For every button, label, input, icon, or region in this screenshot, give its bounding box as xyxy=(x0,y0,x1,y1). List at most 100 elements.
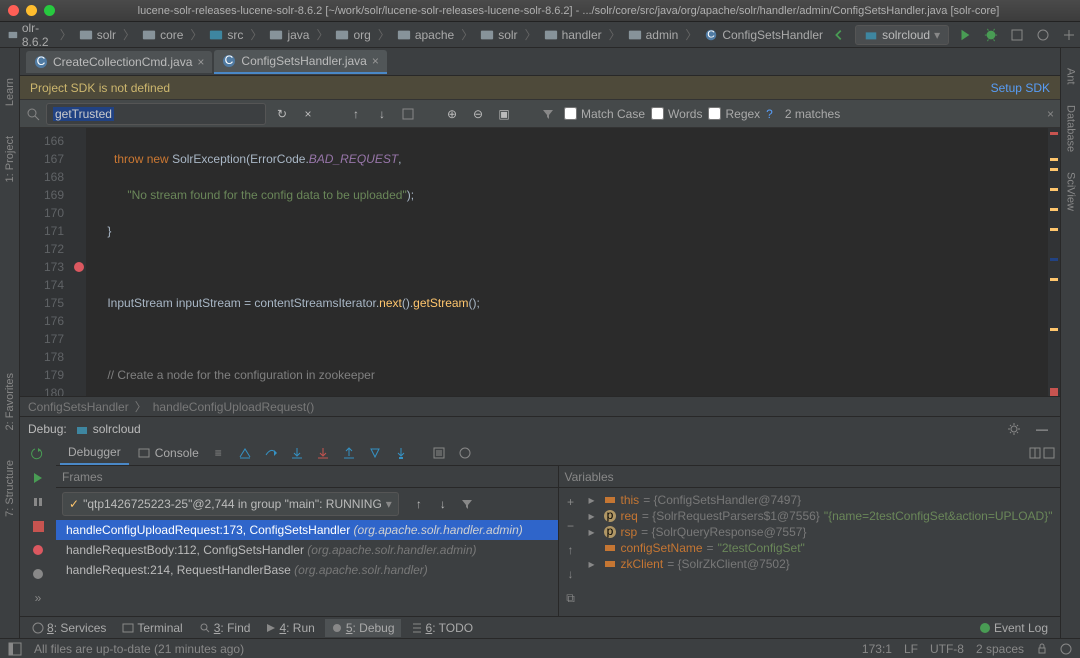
trace-icon[interactable] xyxy=(454,442,476,464)
close-tab-icon[interactable]: × xyxy=(372,54,379,68)
window-controls[interactable] xyxy=(8,5,55,16)
error-stripe[interactable] xyxy=(1048,128,1060,396)
find-input[interactable]: getTrusted xyxy=(46,103,266,125)
tool-tab-structure[interactable]: 7: Structure xyxy=(4,460,16,517)
gear-icon[interactable] xyxy=(1004,419,1024,439)
read-only-icon[interactable] xyxy=(1036,643,1048,655)
caret-pos[interactable]: 173:1 xyxy=(862,642,892,656)
stack-frame[interactable]: handleRequest:214, RequestHandlerBase (o… xyxy=(56,560,558,580)
force-step-into-icon[interactable] xyxy=(312,442,334,464)
dup-watch-icon[interactable]: ⧉ xyxy=(561,588,581,608)
find-tab[interactable]: 3: Find xyxy=(193,619,257,637)
stop-icon[interactable] xyxy=(27,515,49,537)
run-to-cursor-icon[interactable] xyxy=(390,442,412,464)
evaluate-icon[interactable] xyxy=(428,442,450,464)
variable-row[interactable]: ▸prsp = {SolrQueryResponse@7557} xyxy=(585,524,1059,540)
breadcrumb[interactable]: admin xyxy=(624,26,683,44)
close-findbar-icon[interactable]: × xyxy=(1047,107,1054,121)
todo-tab[interactable]: 6: TODO xyxy=(405,619,480,637)
breadcrumb[interactable]: solr xyxy=(75,26,120,44)
coverage-icon[interactable] xyxy=(1007,25,1027,45)
step-out-icon[interactable] xyxy=(338,442,360,464)
breadcrumb[interactable]: solr xyxy=(476,26,521,44)
tool-tab-ant[interactable]: Ant xyxy=(1065,68,1077,85)
drop-frame-icon[interactable] xyxy=(364,442,386,464)
tool-tab-learn[interactable]: Learn xyxy=(4,78,16,106)
breadcrumb[interactable]: core xyxy=(138,26,187,44)
new-watch-icon[interactable]: + xyxy=(561,492,581,512)
debugger-tab[interactable]: Debugger xyxy=(60,441,129,465)
attach-icon[interactable] xyxy=(1059,25,1079,45)
debug-icon[interactable] xyxy=(981,25,1001,45)
words-checkbox[interactable]: Words xyxy=(651,107,702,121)
step-over-icon[interactable] xyxy=(260,442,282,464)
breadcrumb[interactable]: olr-8.6.2 xyxy=(4,19,57,51)
history-icon[interactable]: ↻ xyxy=(272,104,292,124)
close-icon[interactable] xyxy=(8,5,19,16)
editor-tab[interactable]: C CreateCollectionCmd.java × xyxy=(26,51,212,73)
prev-frame-icon[interactable]: ↑ xyxy=(409,494,429,514)
breadcrumb[interactable]: handler xyxy=(540,26,606,44)
minimize-icon[interactable]: — xyxy=(1032,419,1052,439)
step-into-icon[interactable] xyxy=(286,442,308,464)
variable-row[interactable]: ▸this = {ConfigSetsHandler@7497} xyxy=(585,492,1059,508)
run-icon[interactable] xyxy=(955,25,975,45)
crumb-class[interactable]: ConfigSetsHandler xyxy=(28,400,129,414)
close-tab-icon[interactable]: × xyxy=(197,55,204,69)
code-area[interactable]: throw new SolrException(ErrorCode.BAD_RE… xyxy=(86,128,1048,396)
variable-list[interactable]: ▸this = {ConfigSetsHandler@7497} ▸preq =… xyxy=(583,488,1061,632)
run-config-dropdown[interactable]: solrcloud ▾ xyxy=(855,25,949,45)
memory-icon[interactable] xyxy=(1060,643,1072,655)
help-icon[interactable]: ? xyxy=(766,107,773,121)
variable-row[interactable]: ▸preq = {SolrRequestParsers$1@7556} "{na… xyxy=(585,508,1059,524)
event-log-tab[interactable]: Event Log xyxy=(973,619,1054,637)
remove-selection-icon[interactable]: ⊖ xyxy=(468,104,488,124)
next-match-icon[interactable]: ↓ xyxy=(372,104,392,124)
resume-icon[interactable] xyxy=(27,467,49,489)
layout-icon[interactable] xyxy=(1028,446,1042,460)
prev-match-icon[interactable]: ↑ xyxy=(346,104,366,124)
debug-tab[interactable]: 5: Debug xyxy=(325,619,401,637)
terminal-tab[interactable]: Terminal xyxy=(116,619,188,637)
tool-tab-favorites[interactable]: 2: Favorites xyxy=(4,373,16,430)
rerun-icon[interactable] xyxy=(27,443,49,465)
editor-tab[interactable]: C ConfigSetsHandler.java × xyxy=(214,50,386,74)
console-tab[interactable]: Console xyxy=(129,442,207,464)
indent[interactable]: 2 spaces xyxy=(976,642,1024,656)
tool-tab-sciview[interactable]: SciView xyxy=(1065,172,1077,211)
breadcrumb[interactable]: CConfigSetsHandler xyxy=(700,26,827,44)
breakpoint-gutter[interactable] xyxy=(72,128,86,396)
filter-icon[interactable] xyxy=(538,104,558,124)
encoding[interactable]: UTF-8 xyxy=(930,642,964,656)
tool-windows-icon[interactable] xyxy=(8,642,22,656)
zoom-icon[interactable] xyxy=(44,5,55,16)
up-watch-icon[interactable]: ↑ xyxy=(561,540,581,560)
profile-icon[interactable] xyxy=(1033,25,1053,45)
minimize-icon[interactable] xyxy=(26,5,37,16)
show-exec-point-icon[interactable] xyxy=(234,442,256,464)
breadcrumb[interactable]: src xyxy=(205,26,247,44)
breadcrumb[interactable]: apache xyxy=(393,26,458,44)
mute-breakpoints-icon[interactable] xyxy=(27,563,49,585)
line-ending[interactable]: LF xyxy=(904,642,918,656)
thread-selector[interactable]: ✓ "qtp1426725223-25"@2,744 in group "mai… xyxy=(62,492,399,516)
clear-icon[interactable]: × xyxy=(298,104,318,124)
variable-row[interactable]: ▸zkClient = {SolrZkClient@7502} xyxy=(585,556,1059,572)
setup-sdk-link[interactable]: Setup SDK xyxy=(991,81,1050,95)
code-breadcrumb[interactable]: ConfigSetsHandler 〉 handleConfigUploadRe… xyxy=(20,396,1060,416)
regex-checkbox[interactable]: Regex xyxy=(708,107,760,121)
variable-row[interactable]: configSetName = "2testConfigSet" xyxy=(585,540,1059,556)
run-tab[interactable]: 4: Run xyxy=(260,619,320,637)
tool-tab-database[interactable]: Database xyxy=(1065,105,1077,152)
services-tab[interactable]: 8: Services xyxy=(26,619,112,637)
add-selection-icon[interactable]: ⊕ xyxy=(442,104,462,124)
debug-config[interactable]: solrcloud xyxy=(75,422,141,436)
next-frame-icon[interactable]: ↓ xyxy=(433,494,453,514)
back-icon[interactable] xyxy=(829,25,849,45)
stack-frame[interactable]: handleRequestBody:112, ConfigSetsHandler… xyxy=(56,540,558,560)
remove-watch-icon[interactable]: − xyxy=(561,516,581,536)
match-case-checkbox[interactable]: Match Case xyxy=(564,107,645,121)
down-watch-icon[interactable]: ↓ xyxy=(561,564,581,584)
breadcrumb[interactable]: org xyxy=(331,26,374,44)
tool-tab-project[interactable]: 1: Project xyxy=(4,136,16,182)
